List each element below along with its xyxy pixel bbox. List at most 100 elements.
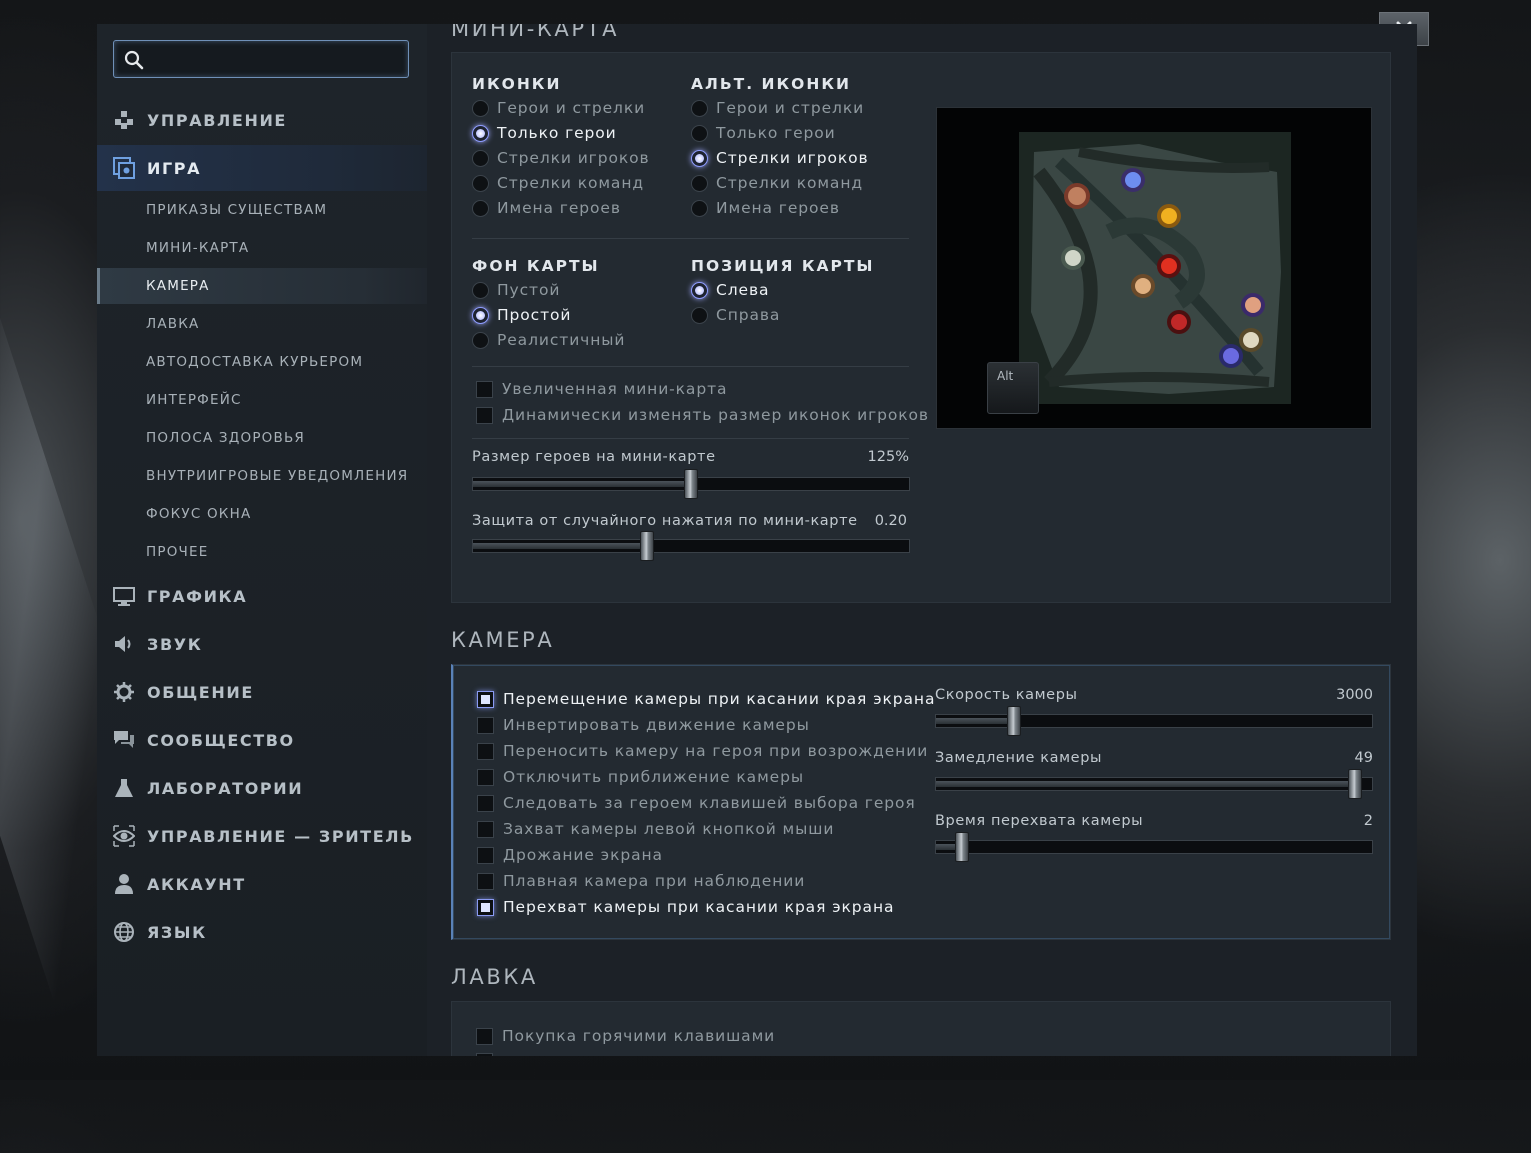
radio-dot <box>691 124 708 142</box>
sidebar-category-community[interactable]: СООБЩЕСТВО <box>97 717 427 763</box>
checkbox-follow-hero[interactable]: Следовать за героем клавишей выбора геро… <box>477 794 916 812</box>
map-pos-radio-left[interactable]: Слева <box>691 281 769 299</box>
sidebar-category-controls[interactable]: УПРАВЛЕНИЕ <box>97 97 427 143</box>
sidebar-category-spectator[interactable]: УПРАВЛЕНИЕ — ЗРИТЕЛЬ <box>97 813 427 859</box>
icons-radio-heroes-creeps[interactable]: Герои и стрелки <box>472 99 645 117</box>
search-box[interactable] <box>113 40 409 78</box>
sidebar-category-game[interactable]: ИГРА <box>97 145 427 191</box>
sidebar-item-courier[interactable]: АВТОДОСТАВКА КУРЬЕРОМ <box>97 344 427 380</box>
slider-knob[interactable] <box>955 832 970 862</box>
sidebar-item-camera[interactable]: КАМЕРА <box>97 268 427 304</box>
checkbox-box <box>477 820 494 838</box>
slider-camera-slowdown[interactable] <box>935 769 1373 799</box>
search-icon <box>124 50 144 70</box>
checkbox-screen-shake[interactable]: Дрожание экрана <box>477 846 663 864</box>
sidebar-item-healthbar[interactable]: ПОЛОСА ЗДОРОВЬЯ <box>97 420 427 456</box>
sidebar-category-sound[interactable]: ЗВУК <box>97 621 427 667</box>
radio-dot <box>691 306 708 324</box>
slider-hero-size[interactable] <box>472 469 910 499</box>
slider-misclick-protection[interactable] <box>472 531 910 561</box>
radio-dot <box>691 149 708 167</box>
sidebar-item-notifications[interactable]: ВНУТРИИГРОВЫЕ УВЕДОМЛЕНИЯ <box>97 458 427 494</box>
map-bg-radio-simple[interactable]: Простой <box>472 306 571 324</box>
checkbox-left-mouse-grab[interactable]: Захват камеры левой кнопкой мыши <box>477 820 834 838</box>
radio-dot <box>691 99 708 117</box>
checkbox-invert-camera[interactable]: Инвертировать движение камеры <box>477 716 810 734</box>
radio-dot <box>472 281 489 299</box>
radio-label: Простой <box>497 306 572 324</box>
checkbox-large-minimap[interactable]: Увеличенная мини-карта <box>476 380 727 398</box>
slider-knob[interactable] <box>640 531 655 561</box>
sidebar-category-language[interactable]: ЯЗЫК <box>97 909 427 955</box>
radio-dot <box>472 149 489 167</box>
checkbox-quickbuy-hotkeys[interactable]: Покупка горячими клавишами <box>476 1027 775 1045</box>
checkbox-label: Перехват камеры при касании края экрана <box>503 898 895 916</box>
sidebar-item-window-focus[interactable]: ФОКУС ОКНА <box>97 496 427 532</box>
radio-label: Слева <box>716 281 770 299</box>
slider-override-time[interactable] <box>935 832 1373 862</box>
slider-fill <box>473 543 648 549</box>
alt-key-hint: Alt <box>987 362 1039 414</box>
search-input[interactable] <box>154 47 398 73</box>
checkbox-camera-on-respawn[interactable]: Переносить камеру на героя при возрожден… <box>477 742 928 760</box>
slider-knob[interactable] <box>1007 706 1022 736</box>
chat-icon <box>114 731 134 748</box>
checkbox-box <box>477 742 494 760</box>
alt-icons-radio-player-arrows[interactable]: Стрелки игроков <box>691 149 869 167</box>
icons-radio-team-arrows[interactable]: Стрелки команд <box>472 174 644 192</box>
map-bg-radio-empty[interactable]: Пустой <box>472 281 560 299</box>
sidebar-category-label: ГРАФИКА <box>147 586 248 606</box>
slider-camera-speed[interactable] <box>935 706 1373 736</box>
radio-dot <box>691 199 708 217</box>
icons-radio-player-arrows[interactable]: Стрелки игроков <box>472 149 650 167</box>
sidebar-category-social[interactable]: ОБЩЕНИЕ <box>97 669 427 715</box>
controls-icon <box>115 111 133 129</box>
sidebar-item-shop[interactable]: ЛАВКА <box>97 306 427 342</box>
sidebar-category-graphics[interactable]: ГРАФИКА <box>97 573 427 619</box>
sidebar-item-label: ФОКУС ОКНА <box>146 506 252 522</box>
alt-icons-radio-team-arrows[interactable]: Стрелки команд <box>691 174 863 192</box>
radio-label: Реалистичный <box>497 331 626 349</box>
icons-radio-hero-names[interactable]: Имена героев <box>472 199 621 217</box>
checkbox-smooth-spectator[interactable]: Плавная камера при наблюдении <box>477 872 805 890</box>
radio-label: Стрелки команд <box>497 174 644 192</box>
checkbox-edge-override[interactable]: Перехват камеры при касании края экрана <box>477 898 894 916</box>
slider-knob[interactable] <box>684 469 698 499</box>
checkbox-label: Перемещение камеры при касании края экра… <box>503 690 936 708</box>
alt-icons-radio-heroes-creeps[interactable]: Герои и стрелки <box>691 99 864 117</box>
checkbox-box <box>476 1027 493 1045</box>
alt-icons-heading: АЛЬТ. ИКОНКИ <box>691 75 851 93</box>
icons-heading: ИКОНКИ <box>472 75 562 93</box>
icons-radio-heroes-only[interactable]: Только герои <box>472 124 617 142</box>
sidebar-category-labs[interactable]: ЛАБОРАТОРИИ <box>97 765 427 811</box>
user-icon <box>115 874 133 894</box>
map-bg-radio-realistic[interactable]: Реалистичный <box>472 331 625 349</box>
slider-knob[interactable] <box>1347 769 1362 799</box>
checkbox-label: Следовать за героем клавишей выбора геро… <box>503 794 916 812</box>
alt-icons-radio-heroes-only[interactable]: Только герои <box>691 124 836 142</box>
sidebar-item-minimap[interactable]: МИНИ-КАРТА <box>97 230 427 266</box>
radio-dot <box>472 199 489 217</box>
slider-label-camera-speed: Скорость камеры <box>935 687 1078 703</box>
checkbox-disable-zoom[interactable]: Отключить приближение камеры <box>477 768 804 786</box>
gear-icon <box>114 682 134 702</box>
sidebar-item-label: МИНИ-КАРТА <box>146 240 250 256</box>
checkbox-box <box>477 846 494 864</box>
checkbox-label: Покупка горячими клавишами <box>502 1027 776 1045</box>
divider <box>472 238 909 239</box>
alt-icons-radio-hero-names[interactable]: Имена героев <box>691 199 840 217</box>
sidebar-category-label: ОБЩЕНИЕ <box>147 682 254 702</box>
checkbox-dynamic-icon-size[interactable]: Динамически изменять размер иконок игрок… <box>476 406 929 424</box>
checkbox-edge-pan[interactable]: Перемещение камеры при касании края экра… <box>477 690 935 708</box>
flask-icon <box>115 779 133 797</box>
checkbox-label: Динамически изменять размер иконок игрок… <box>502 406 929 424</box>
slider-value-camera-speed: 3000 <box>1336 687 1373 703</box>
sidebar-item-other[interactable]: ПРОЧЕЕ <box>97 534 427 570</box>
checkbox-shop-next[interactable] <box>476 1053 502 1056</box>
checkbox-label: Дрожание экрана <box>503 846 663 864</box>
map-pos-radio-right[interactable]: Справа <box>691 306 780 324</box>
sidebar-item-interface[interactable]: ИНТЕРФЕЙС <box>97 382 427 418</box>
sidebar-category-account[interactable]: АККАУНТ <box>97 861 427 907</box>
eye-icon <box>113 825 135 847</box>
sidebar-item-unit-orders[interactable]: ПРИКАЗЫ СУЩЕСТВАМ <box>97 192 427 228</box>
